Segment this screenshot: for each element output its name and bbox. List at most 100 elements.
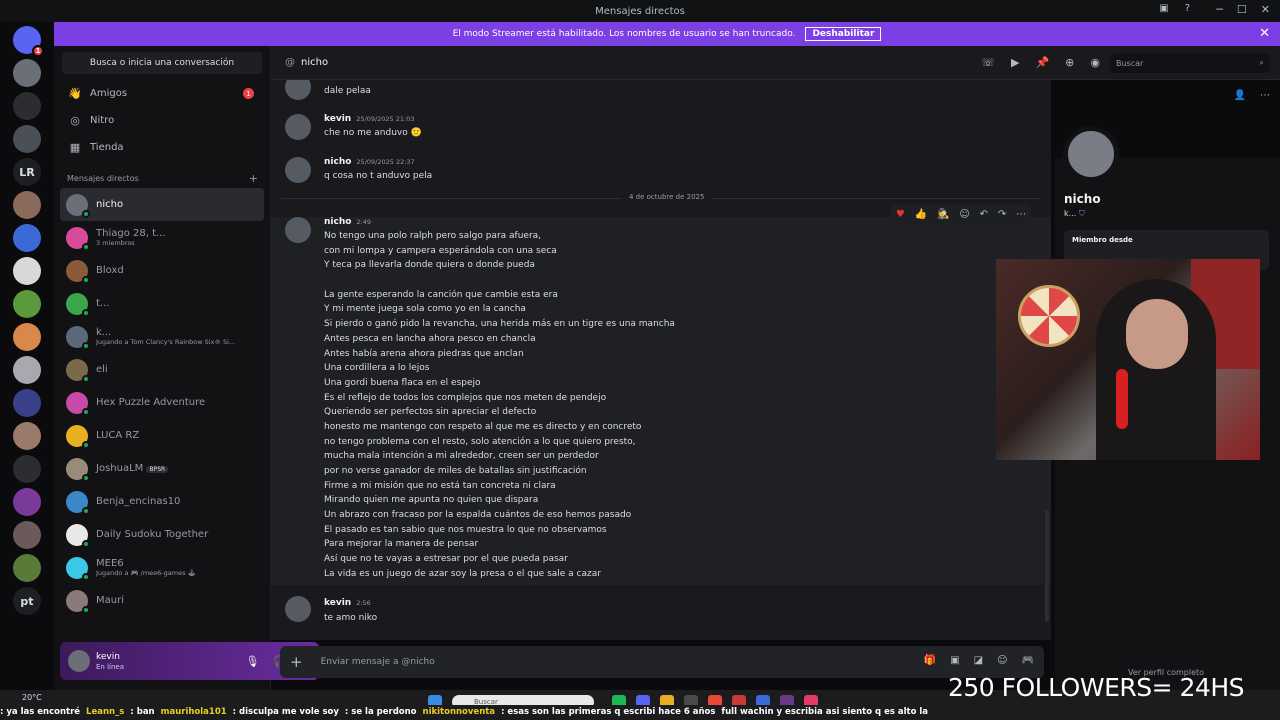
server-icon[interactable]: [13, 521, 41, 549]
message-author[interactable]: nicho: [324, 217, 351, 227]
nav-item-amigos[interactable]: 👋 Amigos 1: [60, 80, 264, 106]
help-icon[interactable]: ?: [1185, 3, 1190, 14]
video-call-icon[interactable]: ▶: [1011, 56, 1019, 69]
window-title: Mensajes directos: [595, 5, 685, 17]
close-window-icon[interactable]: ✕: [1261, 3, 1270, 16]
server-icon[interactable]: [13, 59, 41, 87]
add-friend-icon[interactable]: 👤: [1234, 90, 1246, 101]
search-icon: ⌕: [1259, 58, 1264, 67]
message-author[interactable]: kevin: [324, 598, 351, 608]
dm-item[interactable]: LUCA RZ: [60, 419, 264, 452]
server-icon[interactable]: [13, 488, 41, 516]
dm-item[interactable]: Bloxd: [60, 254, 264, 287]
dm-item[interactable]: MEE6 Jugando a 🎮 /mee6-games 🕹: [60, 551, 264, 584]
add-dm-button[interactable]: +: [249, 172, 258, 185]
dm-item[interactable]: k... Jugando a Tom Clancy's Rainbow Six® …: [60, 320, 264, 353]
dm-item[interactable]: Thiago 28, t... 3 miembros: [60, 221, 264, 254]
spy-reaction-icon[interactable]: 🕵: [937, 209, 949, 220]
ticker-text: Leann_s: [86, 707, 125, 717]
pin-icon[interactable]: 📌: [1035, 56, 1049, 69]
heart-reaction-icon[interactable]: ♥: [896, 209, 905, 220]
avatar[interactable]: [285, 114, 311, 140]
avatar[interactable]: [68, 650, 90, 672]
close-banner-icon[interactable]: ✕: [1259, 26, 1270, 41]
server-icon[interactable]: pt: [13, 587, 41, 615]
disable-streamer-button[interactable]: Deshabilitar: [805, 27, 882, 41]
find-conversation-button[interactable]: Busca o inicia una conversación: [62, 52, 262, 74]
avatar[interactable]: [285, 157, 311, 183]
message-line: Antes pesca en lancha ahora pesco en cha…: [324, 333, 536, 344]
user-profile-icon[interactable]: ◉: [1090, 56, 1100, 69]
gift-icon[interactable]: 🎁: [924, 655, 936, 666]
server-icon[interactable]: [13, 125, 41, 153]
dm-item[interactable]: t...: [60, 287, 264, 320]
emoji-icon[interactable]: ☺: [997, 655, 1007, 666]
maximize-icon[interactable]: ☐: [1237, 3, 1247, 16]
sticker-icon[interactable]: ◪: [974, 655, 983, 666]
message-line: Así que no te vayas a estresar por el qu…: [324, 554, 568, 565]
message-line: Si pierdo o ganó pido la revancha, una h…: [324, 319, 675, 330]
server-icon[interactable]: [13, 389, 41, 417]
nav-label: Nitro: [90, 114, 115, 126]
avatar[interactable]: [285, 596, 311, 622]
user-name: kevin: [96, 651, 120, 662]
avatar: [66, 259, 90, 284]
thumbs-up-reaction-icon[interactable]: 👍: [915, 209, 927, 220]
message-author[interactable]: kevin: [324, 114, 351, 124]
message-composer[interactable]: + Enviar mensaje a @nicho 🎁 ▣ ◪ ☺ 🎮: [280, 646, 1044, 678]
dm-name: k...: [96, 327, 112, 338]
status-indicator: [82, 275, 90, 284]
server-icon[interactable]: [13, 92, 41, 120]
apps-icon[interactable]: 🎮: [1022, 655, 1034, 666]
avatar: [66, 523, 90, 548]
dm-subtitle: Jugando a 🎮 /mee6-games 🕹: [96, 569, 196, 577]
dm-item[interactable]: Daily Sudoku Together: [60, 518, 264, 551]
dm-item[interactable]: eli: [60, 353, 264, 386]
forward-icon[interactable]: ↷: [998, 209, 1006, 220]
more-icon[interactable]: ⋯: [1016, 209, 1026, 220]
dm-item[interactable]: Hex Puzzle Adventure: [60, 386, 264, 419]
avatar[interactable]: [285, 80, 311, 100]
dm-item[interactable]: JoshuaLM BPSR: [60, 452, 264, 485]
reply-icon[interactable]: ↶: [980, 209, 988, 220]
add-friends-icon[interactable]: ⊕: [1065, 56, 1074, 69]
add-attachment-icon[interactable]: +: [290, 653, 303, 671]
server-icon[interactable]: [13, 257, 41, 285]
server-icon[interactable]: [13, 323, 41, 351]
chat-scrollbar[interactable]: [1045, 510, 1049, 622]
message-author[interactable]: nicho: [324, 157, 351, 167]
server-icon[interactable]: [13, 422, 41, 450]
dm-header-label: Mensajes directos: [67, 173, 139, 183]
avatar[interactable]: [285, 217, 311, 243]
profile-avatar[interactable]: [1063, 126, 1119, 182]
add-reaction-icon[interactable]: ☺: [959, 209, 969, 220]
server-icon[interactable]: [13, 554, 41, 582]
microphone-icon[interactable]: 🎙: [245, 655, 259, 668]
server-icon[interactable]: [13, 455, 41, 483]
status-indicator: [82, 539, 90, 548]
nav-item-tienda[interactable]: ▦ Tienda: [60, 134, 264, 160]
server-icon[interactable]: [13, 224, 41, 252]
dm-item[interactable]: nicho: [60, 188, 264, 221]
status-indicator: [82, 407, 90, 416]
dm-item[interactable]: Mauri: [60, 584, 264, 617]
status-indicator: [82, 440, 90, 449]
profile-more-icon[interactable]: ⋯: [1260, 90, 1270, 101]
discord-home-icon[interactable]: 1: [13, 26, 44, 57]
ticker-text: : ya las encontré: [0, 707, 81, 717]
server-icon[interactable]: [13, 356, 41, 384]
gif-icon[interactable]: ▣: [950, 655, 959, 666]
weather-widget[interactable]: 20°C: [22, 693, 42, 702]
voice-call-icon[interactable]: ☏: [981, 56, 995, 69]
message-list[interactable]: dale pelaa kevin 25/09/2025 21:03 che no …: [271, 80, 1051, 640]
title-bar: Mensajes directos ▣ ? ─ ☐ ✕: [0, 0, 1280, 22]
minimize-icon[interactable]: ─: [1216, 3, 1223, 16]
dm-item[interactable]: Benja_encinas10: [60, 485, 264, 518]
server-icon[interactable]: LR: [13, 158, 41, 186]
server-icon[interactable]: [13, 191, 41, 219]
server-icon[interactable]: [13, 290, 41, 318]
nav-label: Amigos: [90, 87, 128, 99]
nav-item-nitro[interactable]: ◎ Nitro: [60, 107, 264, 133]
search-input[interactable]: Buscar ⌕: [1110, 53, 1270, 73]
inbox-icon[interactable]: ▣: [1159, 3, 1168, 14]
